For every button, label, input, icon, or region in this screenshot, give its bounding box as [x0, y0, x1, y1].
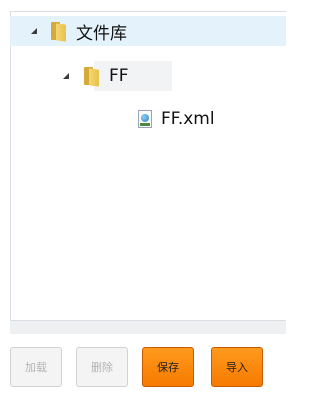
- file-library-panel: 文件库 FF FF.xml 加载 删除 保存 导入: [0, 0, 286, 403]
- xml-file-icon: [138, 110, 152, 128]
- folder-icon: [84, 66, 99, 87]
- save-button[interactable]: 保存: [142, 347, 194, 387]
- tree-node-ff-xml[interactable]: FF.xml: [138, 106, 215, 132]
- tree-node-label: FF.xml: [161, 109, 215, 129]
- expand-arrow-icon[interactable]: [31, 28, 37, 34]
- tree-footer-strip: [10, 321, 286, 334]
- tree-node-ff-folder[interactable]: FF: [63, 61, 129, 91]
- tree-node-label: FF: [109, 66, 129, 86]
- expand-arrow-icon[interactable]: [63, 73, 69, 79]
- import-button[interactable]: 导入: [211, 347, 263, 387]
- load-button[interactable]: 加载: [10, 347, 62, 387]
- file-tree[interactable]: [10, 11, 286, 321]
- tree-node-label: 文件库: [76, 23, 127, 44]
- tree-node-file-library[interactable]: 文件库: [10, 16, 286, 46]
- delete-button[interactable]: 删除: [76, 347, 128, 387]
- folder-icon: [51, 21, 66, 42]
